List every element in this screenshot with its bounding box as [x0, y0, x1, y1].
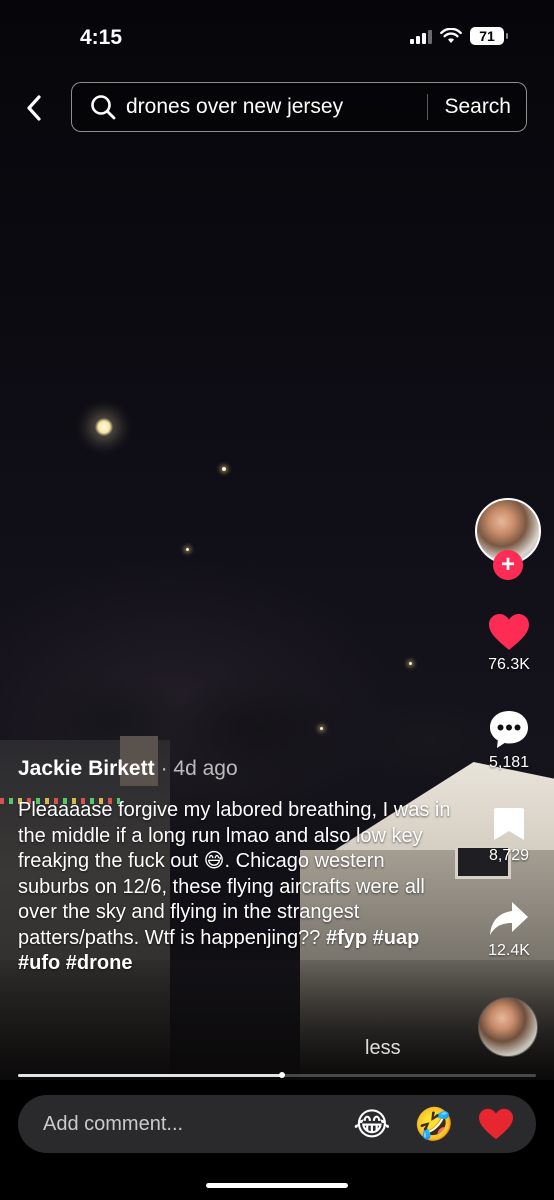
sound-avatar[interactable]: [478, 997, 538, 1057]
comment-count: 5,181: [488, 754, 530, 771]
share-arrow-icon: [490, 902, 528, 935]
search-icon: [90, 94, 116, 120]
status-indicators: 71: [410, 27, 508, 45]
sky-light: [186, 548, 189, 551]
like-count: 76.3K: [488, 656, 530, 673]
video-progress[interactable]: [18, 1072, 536, 1078]
heart-emoji-icon: [479, 1108, 513, 1140]
share-count: 12.4K: [488, 942, 530, 959]
wifi-icon: [440, 28, 462, 43]
comment-input[interactable]: Add comment...: [43, 1113, 350, 1136]
bookmark-icon: [494, 808, 524, 840]
hashtag[interactable]: #fyp: [326, 927, 367, 949]
like-button[interactable]: 76.3K: [474, 612, 544, 674]
sky-light: [409, 662, 412, 665]
creator-line: Jackie Birkett · 4d ago: [18, 757, 238, 781]
heart-icon: [489, 614, 529, 650]
back-button[interactable]: [18, 90, 50, 126]
search-bar[interactable]: drones over new jersey Search: [71, 82, 527, 132]
search-input[interactable]: drones over new jersey: [126, 95, 427, 119]
emoji-rofl-button[interactable]: 🤣: [412, 1102, 456, 1146]
search-divider: [427, 94, 429, 120]
post-age: · 4d ago: [160, 757, 238, 780]
status-time: 4:15: [80, 26, 123, 49]
hashtag[interactable]: #drone: [66, 952, 133, 974]
search-button[interactable]: Search: [444, 95, 511, 119]
save-count: 8,729: [488, 847, 530, 864]
hashtag[interactable]: #ufo: [18, 952, 60, 974]
save-button[interactable]: 8,729: [474, 805, 544, 865]
progress-fill: [18, 1074, 283, 1077]
emoji-laugh-button[interactable]: 😂: [350, 1102, 394, 1146]
ground: [0, 960, 554, 1080]
caption: Pleaaaase forgive my labored breathing, …: [18, 798, 458, 977]
home-indicator: [206, 1183, 348, 1188]
caption-toggle[interactable]: less: [365, 1037, 401, 1060]
sky-light: [320, 727, 323, 730]
moon: [95, 418, 113, 436]
follow-button[interactable]: +: [493, 550, 523, 580]
hashtag[interactable]: #uap: [373, 927, 420, 949]
comment-bubble-icon: [490, 711, 528, 748]
comments-button[interactable]: 5,181: [474, 708, 544, 772]
sky-light: [222, 467, 226, 471]
creator-name[interactable]: Jackie Birkett: [18, 757, 155, 781]
emoji-heart-button[interactable]: [474, 1102, 518, 1146]
cellular-signal-icon: [410, 28, 432, 44]
battery-icon: 71: [470, 27, 508, 45]
share-button[interactable]: 12.4K: [474, 900, 544, 960]
comment-bar[interactable]: Add comment... 😂 🤣: [18, 1095, 536, 1153]
back-chevron-icon: [27, 95, 41, 121]
